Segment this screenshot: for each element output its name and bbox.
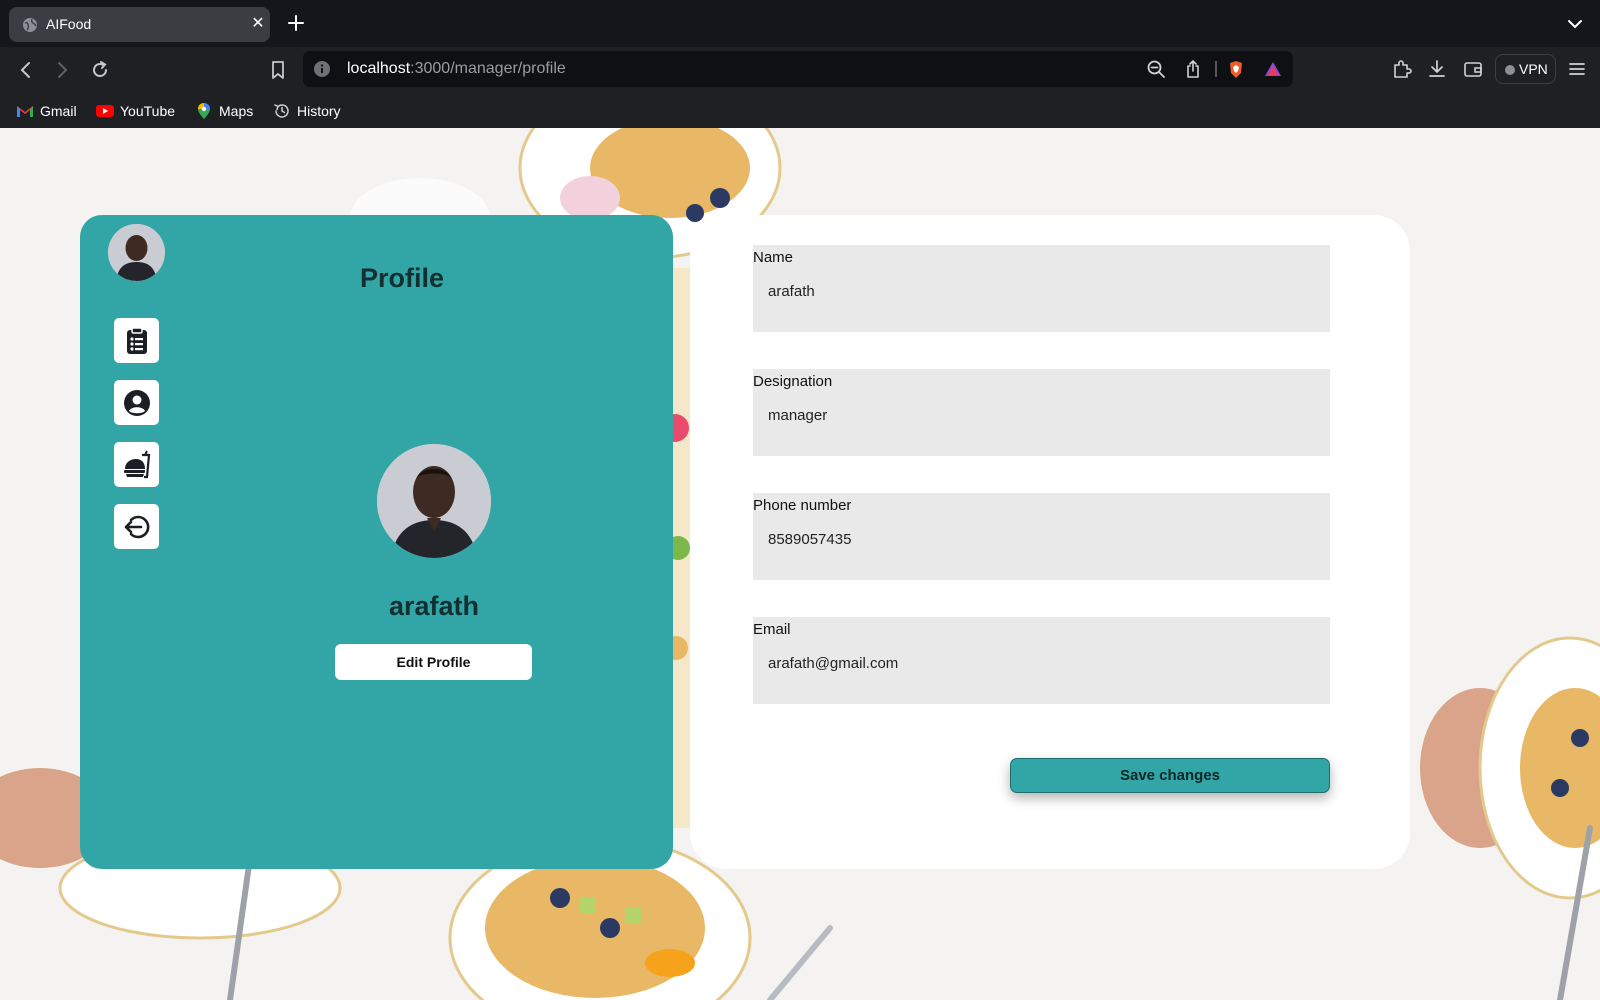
- profile-avatar: [377, 444, 491, 558]
- url-text: localhost:3000/manager/profile: [347, 60, 566, 78]
- address-bar[interactable]: localhost:3000/manager/profile: [303, 51, 1293, 87]
- browser-tab-bar: AIFood ✕: [0, 0, 1600, 47]
- browser-tab-active[interactable]: AIFood ✕: [9, 7, 270, 42]
- bookmark-maps[interactable]: Maps: [195, 100, 253, 122]
- brave-shield-icon[interactable]: [1226, 59, 1246, 79]
- sidebar-item-profile[interactable]: [114, 380, 159, 425]
- wallet-icon[interactable]: [1461, 57, 1485, 81]
- name-input[interactable]: [753, 271, 1330, 311]
- bookmarks-bar: Gmail YouTube Maps History: [0, 93, 1600, 128]
- edit-profile-button[interactable]: Edit Profile: [335, 644, 532, 680]
- email-label: Email: [753, 621, 791, 638]
- phone-field: Phone number: [753, 493, 1330, 580]
- name-label: Name: [753, 249, 794, 266]
- chevron-down-icon[interactable]: [1565, 14, 1585, 34]
- globe-icon: [23, 18, 37, 32]
- name-field: Name: [753, 245, 1330, 332]
- sidebar-item-orders[interactable]: [114, 318, 159, 363]
- browser-toolbar: localhost:3000/manager/profile VPN: [0, 47, 1600, 93]
- vpn-label: VPN: [1519, 61, 1548, 77]
- profile-sidebar-panel: Profile arafath Edit Profile: [80, 215, 673, 869]
- url-path: :3000/manager/profile: [410, 60, 566, 77]
- food-drink-icon: [123, 450, 150, 478]
- back-arrow-icon[interactable]: [13, 57, 39, 83]
- sidebar-item-logout[interactable]: [114, 504, 159, 549]
- youtube-icon: [96, 105, 114, 117]
- profile-form-panel: Name Designation Phone number Email Save…: [690, 215, 1410, 869]
- designation-field: Designation: [753, 369, 1330, 456]
- designation-label: Designation: [753, 373, 833, 390]
- profile-name: arafath: [388, 591, 480, 621]
- page-body: Profile arafath Edit Profile Name Design…: [0, 128, 1600, 1000]
- email-field: Email: [753, 617, 1330, 704]
- bookmark-label: YouTube: [120, 103, 176, 119]
- user-circle-icon: [123, 389, 150, 416]
- divider-icon: [1215, 61, 1217, 77]
- phone-input[interactable]: [753, 519, 1330, 559]
- menu-icon[interactable]: [1565, 57, 1589, 81]
- new-tab-icon[interactable]: [285, 12, 307, 34]
- save-changes-button[interactable]: Save changes: [1010, 758, 1330, 793]
- reload-icon[interactable]: [87, 57, 113, 83]
- sidebar-item-food[interactable]: [114, 442, 159, 487]
- share-icon[interactable]: [1183, 59, 1203, 79]
- bookmark-label: Maps: [219, 103, 254, 119]
- bookmark-history[interactable]: History: [273, 100, 341, 122]
- download-icon[interactable]: [1425, 57, 1449, 81]
- designation-input[interactable]: [753, 395, 1330, 435]
- bookmark-label: Gmail: [40, 103, 77, 119]
- tab-close-icon[interactable]: ✕: [249, 15, 267, 33]
- vpn-button[interactable]: VPN: [1495, 54, 1556, 84]
- bookmark-youtube[interactable]: YouTube: [96, 100, 175, 122]
- site-info-icon[interactable]: [313, 60, 331, 78]
- bookmark-gmail[interactable]: Gmail: [16, 100, 77, 122]
- user-photo-icon: [377, 444, 491, 558]
- logout-icon: [124, 515, 149, 538]
- maps-pin-icon: [198, 103, 210, 119]
- phone-label: Phone number: [753, 497, 852, 514]
- gmail-icon: [17, 106, 33, 117]
- zoom-out-icon[interactable]: [1146, 59, 1166, 79]
- page-title: Profile: [360, 263, 445, 293]
- clipboard-list-icon: [126, 326, 147, 354]
- history-icon: [274, 104, 289, 118]
- url-host: localhost: [347, 60, 411, 77]
- bookmark-label: History: [297, 103, 341, 119]
- user-photo-icon: [108, 224, 165, 281]
- brave-rewards-icon[interactable]: [1263, 59, 1283, 79]
- tab-title: AIFood: [46, 16, 92, 32]
- email-input[interactable]: [753, 643, 1330, 683]
- forward-arrow-icon[interactable]: [49, 57, 75, 83]
- avatar[interactable]: [108, 224, 165, 281]
- extensions-icon[interactable]: [1390, 57, 1414, 81]
- bookmark-icon[interactable]: [265, 57, 291, 83]
- vpn-status-icon: [1505, 65, 1515, 75]
